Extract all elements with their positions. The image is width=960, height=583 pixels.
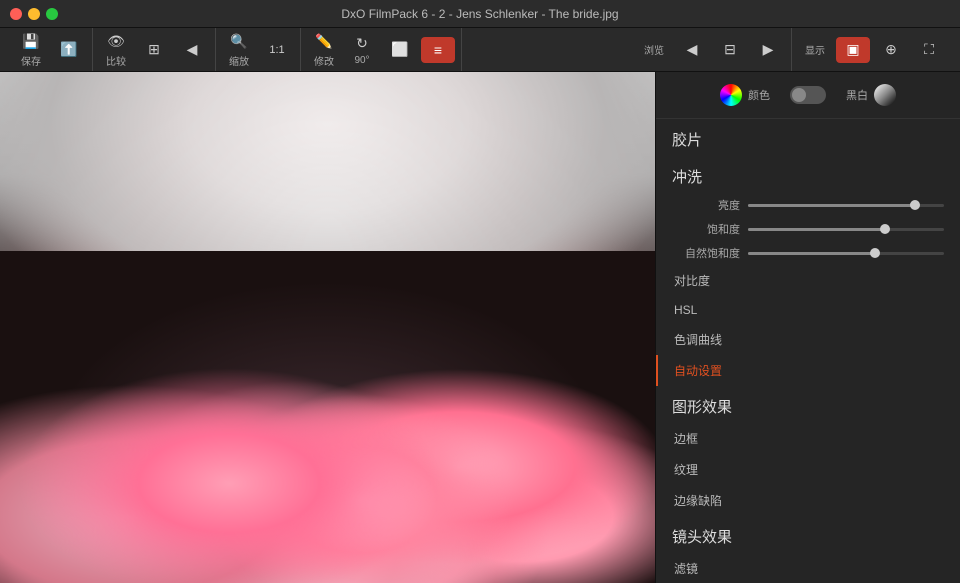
- display-single-icon: ▣: [843, 40, 863, 60]
- window-title: DxO FilmPack 6 - 2 - Jens Schlenker - Th…: [341, 7, 618, 21]
- edit-button[interactable]: ✏️ 修改: [307, 28, 341, 71]
- graphic-section: 图形效果: [656, 386, 960, 423]
- export-icon: ⬆️: [59, 40, 79, 60]
- maximize-button[interactable]: [46, 8, 58, 20]
- toggle-knob: [792, 88, 806, 102]
- film-title: 胶片: [656, 119, 960, 156]
- color-toggle-group: 颜色: [720, 84, 770, 106]
- edit-group: ✏️ 修改 ↻ 90° ⬜ ≡: [301, 28, 462, 71]
- nav-next-button[interactable]: ▶: [751, 37, 785, 63]
- vibrancy-thumb[interactable]: [870, 248, 880, 258]
- display-full-button[interactable]: ⛶: [912, 37, 946, 63]
- compare-icon: 👁: [106, 31, 126, 51]
- contrast-item[interactable]: 对比度: [656, 265, 960, 296]
- adjust-button[interactable]: ≡: [421, 37, 455, 63]
- right-panel: 颜色 黑白 胶片 冲洗 亮度: [655, 72, 960, 583]
- film-section: 胶片: [656, 119, 960, 156]
- filmstrip-icon: ⊟: [720, 40, 740, 60]
- border-item[interactable]: 边框: [656, 423, 960, 454]
- close-button[interactable]: [10, 8, 22, 20]
- lens-title: 镜头效果: [656, 516, 960, 553]
- exposure-thumb[interactable]: [910, 200, 920, 210]
- compare-prev-button[interactable]: ◀: [175, 37, 209, 63]
- crop-icon: ⬜: [390, 40, 410, 60]
- compare-side-icon: ⊞: [144, 40, 164, 60]
- rotate-button[interactable]: ↻ 90°: [345, 30, 379, 69]
- titlebar: DxO FilmPack 6 - 2 - Jens Schlenker - Th…: [0, 0, 960, 28]
- nav-prev-icon: ◀: [682, 40, 702, 60]
- color-curve-item[interactable]: 色调曲线: [656, 324, 960, 355]
- panel-header: 颜色 黑白: [656, 72, 960, 119]
- saturation-label: 饱和度: [672, 221, 740, 237]
- texture-item[interactable]: 纹理: [656, 454, 960, 485]
- exposure-label: 亮度: [672, 197, 740, 213]
- save-button[interactable]: 💾 保存: [14, 28, 48, 71]
- zoom-button[interactable]: 🔍 缩放: [222, 28, 256, 71]
- color-mode-icon: [720, 84, 742, 106]
- nav-prev-button[interactable]: ◀: [675, 37, 709, 63]
- main-toolbar: 💾 保存 ⬆️ 👁 比较 ⊞ ◀ 🔍 缩放 1:1 ✏️ 修改: [0, 28, 960, 72]
- zoom-1-1-button[interactable]: 1:1: [260, 41, 294, 59]
- saturation-slider[interactable]: [748, 228, 944, 231]
- filmstrip-button[interactable]: ⊟: [713, 37, 747, 63]
- bw-toggle-group: 黑白: [846, 84, 896, 106]
- adjust-icon: ≡: [428, 40, 448, 60]
- exposure-fill: [748, 204, 915, 207]
- saturation-row: 饱和度: [656, 217, 960, 241]
- save-group: 💾 保存 ⬆️: [8, 28, 93, 71]
- display-button[interactable]: 显示: [798, 39, 832, 60]
- zoom-group: 🔍 缩放 1:1: [216, 28, 301, 71]
- export-button[interactable]: ⬆️: [52, 37, 86, 63]
- rotate-icon: ↻: [352, 33, 372, 53]
- color-bw-toggle[interactable]: [790, 86, 826, 104]
- traffic-lights: [10, 8, 58, 20]
- image-area: [0, 72, 655, 583]
- display-zoom-button[interactable]: ⊕: [874, 37, 908, 63]
- compare-prev-icon: ◀: [182, 40, 202, 60]
- color-label: 颜色: [748, 87, 770, 103]
- vibrancy-row: 自然饱和度: [656, 241, 960, 265]
- vibrancy-label: 自然饱和度: [672, 245, 740, 261]
- browse-button[interactable]: 浏览: [637, 39, 671, 60]
- exposure-slider[interactable]: [748, 204, 944, 207]
- zoom-icon: 🔍: [229, 31, 249, 51]
- display-single-button[interactable]: ▣: [836, 37, 870, 63]
- compare-group: 👁 比较 ⊞ ◀: [93, 28, 216, 71]
- display-zoom-icon: ⊕: [881, 40, 901, 60]
- filter-item[interactable]: 滤镜: [656, 553, 960, 583]
- nav-next-icon: ▶: [758, 40, 778, 60]
- auto-settings-item[interactable]: 自动设置: [656, 355, 960, 386]
- edit-icon: ✏️: [314, 31, 334, 51]
- develop-section: 冲洗 亮度 饱和度 自然饱和度: [656, 156, 960, 265]
- exposure-row: 亮度: [656, 193, 960, 217]
- bw-mode-icon: [874, 84, 896, 106]
- hsl-item[interactable]: HSL: [656, 296, 960, 324]
- graphic-title: 图形效果: [656, 386, 960, 423]
- saturation-fill: [748, 228, 885, 231]
- minimize-button[interactable]: [28, 8, 40, 20]
- save-icon: 💾: [21, 31, 41, 51]
- vibrancy-slider[interactable]: [748, 252, 944, 255]
- saturation-thumb[interactable]: [880, 224, 890, 234]
- compare-side-button[interactable]: ⊞: [137, 37, 171, 63]
- crop-button[interactable]: ⬜: [383, 37, 417, 63]
- compare-button[interactable]: 👁 比较: [99, 28, 133, 71]
- flowers-overlay: [0, 251, 655, 583]
- main-content: 颜色 黑白 胶片 冲洗 亮度: [0, 72, 960, 583]
- vibrancy-fill: [748, 252, 875, 255]
- display-group: 显示 ▣ ⊕ ⛶: [792, 28, 952, 71]
- display-full-icon: ⛶: [919, 40, 939, 60]
- bride-image: [0, 72, 655, 583]
- browse-group: 浏览 ◀ ⊟ ▶: [631, 28, 792, 71]
- develop-title: 冲洗: [656, 156, 960, 193]
- lens-section: 镜头效果: [656, 516, 960, 553]
- bw-label: 黑白: [846, 87, 868, 103]
- vignette-item[interactable]: 边缘缺陷: [656, 485, 960, 516]
